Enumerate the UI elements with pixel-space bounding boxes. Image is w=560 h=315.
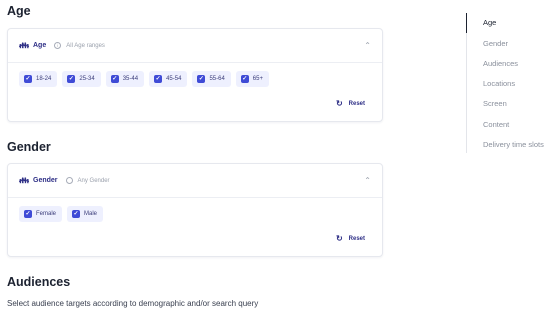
age-reset-button[interactable]: ↻ Reset — [336, 99, 365, 108]
age-chip[interactable]: ✓ 65+ — [235, 71, 269, 87]
radio-empty-icon — [65, 177, 73, 184]
reset-label: Reset — [348, 235, 365, 242]
age-chip-label: 45-54 — [166, 76, 182, 82]
checkbox-checked-icon[interactable]: ✓ — [240, 75, 249, 83]
people-icon: 👪︎ — [19, 176, 30, 185]
age-chip-list: ✓ 18-24 ✓ 25-34 ✓ 35-44 ✓ 45-54 ✓ 55-64 ✓ 65+ — [8, 63, 382, 87]
gender-card-label: Gender — [33, 177, 58, 184]
checkbox-checked-icon[interactable]: ✓ — [24, 210, 32, 218]
checkbox-checked-icon[interactable]: ✓ — [110, 75, 119, 83]
gender-card: 👪︎ Gender Any Gender ⌃ ✓ Female ✓ Male ↻ R… — [7, 163, 383, 257]
nav-item-content[interactable]: Content — [483, 120, 509, 129]
reset-icon: ↻ — [335, 234, 343, 243]
reset-label: Reset — [348, 100, 365, 107]
gender-section-title: Gender — [7, 140, 51, 154]
age-section-title: Age — [7, 4, 31, 18]
nav-item-gender[interactable]: Gender — [483, 39, 508, 48]
age-chip[interactable]: ✓ 55-64 — [192, 71, 231, 87]
gender-card-description: Any Gender — [77, 177, 110, 184]
age-card-header[interactable]: 👪︎ Age i All Age ranges ⌃ — [8, 29, 382, 63]
nav-item-delivery-time-slots[interactable]: Delivery time slots — [483, 140, 544, 149]
gender-card-header[interactable]: 👪︎ Gender Any Gender ⌃ — [8, 164, 382, 198]
audiences-section-title: Audiences — [7, 275, 71, 289]
chevron-up-icon[interactable]: ⌃ — [364, 176, 371, 185]
age-chip[interactable]: ✓ 25-34 — [62, 71, 101, 87]
nav-item-screen[interactable]: Screen — [483, 99, 507, 108]
age-card-description: All Age ranges — [66, 42, 105, 49]
age-card: 👪︎ Age i All Age ranges ⌃ ✓ 18-24 ✓ 25-34 … — [7, 28, 383, 122]
age-chip-label: 25-34 — [79, 76, 95, 82]
gender-chip[interactable]: ✓ Female — [19, 206, 63, 222]
nav-item-audiences[interactable]: Audiences — [483, 59, 518, 68]
age-chip[interactable]: ✓ 45-54 — [149, 71, 188, 87]
age-chip-label: 65+ — [252, 76, 263, 82]
age-chip[interactable]: ✓ 18-24 — [19, 71, 58, 87]
audiences-description: Select audience targets according to dem… — [7, 299, 259, 308]
age-chip[interactable]: ✓ 35-44 — [105, 71, 145, 87]
gender-chip-label: Female — [36, 211, 57, 217]
checkbox-checked-icon[interactable]: ✓ — [67, 75, 76, 83]
checkbox-checked-icon[interactable]: ✓ — [197, 75, 206, 83]
checkbox-checked-icon[interactable]: ✓ — [24, 75, 32, 83]
checkbox-checked-icon[interactable]: ✓ — [154, 75, 163, 83]
nav-item-age[interactable]: Age — [483, 18, 496, 27]
gender-reset-button[interactable]: ↻ Reset — [336, 234, 365, 243]
info-icon: i — [54, 42, 62, 49]
gender-chip-label: Male — [84, 211, 98, 217]
checkbox-checked-icon[interactable]: ✓ — [72, 210, 81, 218]
gender-reset-row: ↻ Reset — [8, 234, 382, 243]
gender-chip[interactable]: ✓ Male — [67, 206, 104, 222]
age-reset-row: ↻ Reset — [8, 99, 382, 108]
section-nav-active-indicator — [466, 13, 467, 33]
age-chip-label: 55-64 — [209, 76, 225, 82]
gender-chip-list: ✓ Female ✓ Male — [8, 198, 382, 222]
nav-item-locations[interactable]: Locations — [483, 79, 515, 88]
section-nav-track — [466, 13, 467, 153]
age-chip-label: 18-24 — [36, 76, 52, 82]
age-chip-label: 35-44 — [122, 76, 139, 82]
age-card-label: Age — [33, 42, 47, 49]
chevron-up-icon[interactable]: ⌃ — [364, 41, 371, 50]
reset-icon: ↻ — [335, 99, 343, 108]
people-icon: 👪︎ — [19, 41, 30, 50]
